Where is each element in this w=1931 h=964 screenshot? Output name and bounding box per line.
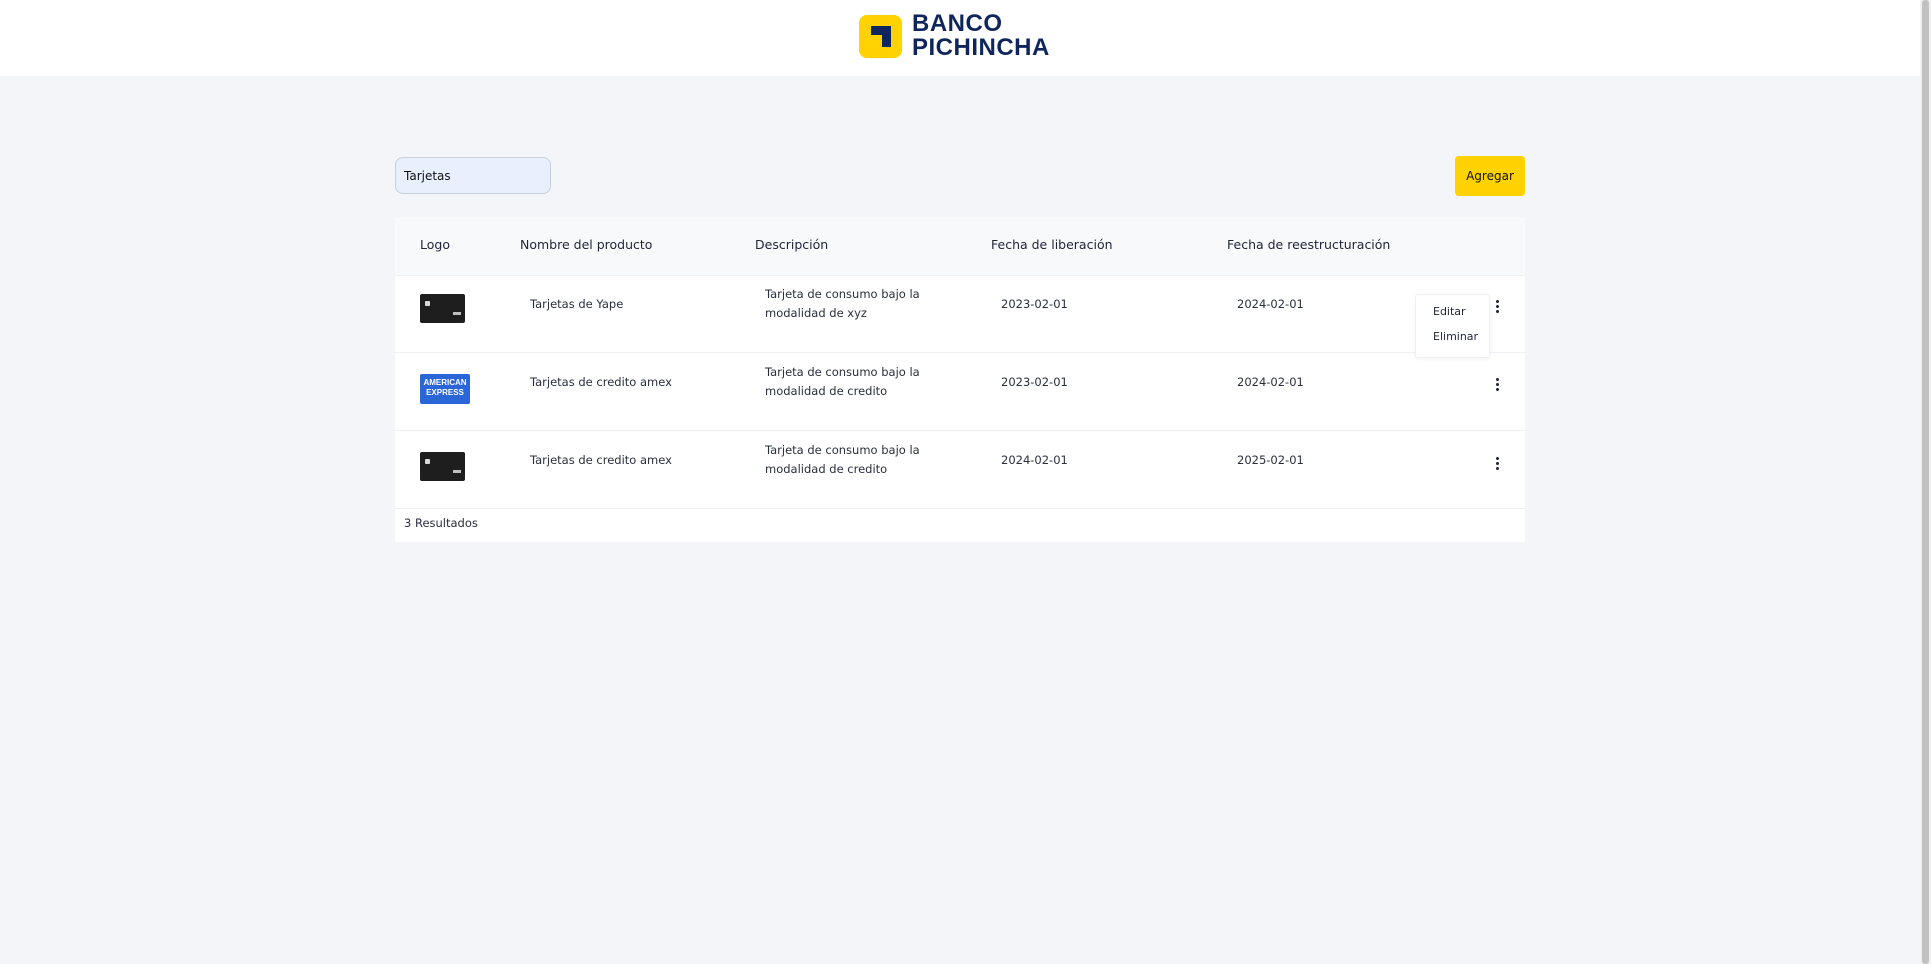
product-description: Tarjeta de consumo bajo la modalidad de … (765, 287, 920, 320)
header-release-date: Fecha de liberación (991, 237, 1113, 252)
products-table: Logo Nombre del producto Descripción Fec… (395, 217, 1525, 542)
menu-item-edit[interactable]: Editar (1433, 305, 1466, 318)
card-logo-image (420, 294, 465, 323)
logo-text-line2: PICHINCHA (912, 34, 1050, 61)
product-description: Tarjeta de consumo bajo la modalidad de … (765, 443, 920, 476)
card-mark (453, 312, 461, 315)
kebab-menu-icon[interactable] (1489, 374, 1505, 394)
release-date: 2023-02-01 (1001, 375, 1068, 389)
table-row: AMERICAN EXPRESS Tarjetas de credito ame… (395, 353, 1525, 431)
table-row: Tarjetas de Yape Tarjeta de consumo bajo… (395, 275, 1525, 353)
table-header: Logo Nombre del producto Descripción Fec… (395, 217, 1525, 276)
header-product-name: Nombre del producto (520, 237, 653, 252)
product-name: Tarjetas de credito amex (530, 453, 672, 467)
logo-mark-icon (859, 14, 902, 58)
table-row: Tarjetas de credito amex Tarjeta de cons… (395, 431, 1525, 509)
product-description: Tarjeta de consumo bajo la modalidad de … (765, 365, 920, 398)
card-logo-image (420, 452, 465, 481)
amex-logo-text-1: AMERICAN (423, 378, 467, 387)
menu-item-delete[interactable]: Eliminar (1433, 330, 1478, 343)
scrollbar-thumb[interactable] (1922, 0, 1929, 964)
bank-logo[interactable]: BANCO PICHINCHA (859, 12, 1050, 60)
restructure-date: 2024-02-01 (1237, 297, 1304, 311)
card-chip (425, 459, 430, 464)
logo-text: BANCO PICHINCHA (912, 12, 1050, 60)
product-name: Tarjetas de credito amex (530, 375, 672, 389)
card-chip (425, 301, 430, 306)
amex-logo-text-2: EXPRESS (426, 388, 464, 397)
search-input[interactable] (395, 157, 551, 194)
amex-logo-image: AMERICAN EXPRESS (420, 374, 470, 404)
product-name: Tarjetas de Yape (530, 297, 624, 311)
kebab-menu-icon[interactable] (1489, 296, 1505, 316)
results-count: 3 Resultados (404, 516, 478, 530)
header-description: Descripción (755, 237, 829, 252)
add-button[interactable]: Agregar (1455, 156, 1525, 196)
logo-text-line1: BANCO (912, 10, 1003, 37)
header: BANCO PICHINCHA (0, 0, 1920, 76)
header-restructure-date: Fecha de reestructuración (1227, 237, 1391, 252)
card-mark (453, 470, 461, 473)
restructure-date: 2025-02-01 (1237, 453, 1304, 467)
kebab-menu-icon[interactable] (1489, 453, 1505, 473)
release-date: 2024-02-01 (1001, 453, 1068, 467)
header-logo: Logo (420, 237, 450, 252)
restructure-date: 2024-02-01 (1237, 375, 1304, 389)
row-actions-menu: Editar Eliminar (1415, 294, 1490, 358)
page-scrollbar[interactable] (1920, 0, 1931, 964)
release-date: 2023-02-01 (1001, 297, 1068, 311)
